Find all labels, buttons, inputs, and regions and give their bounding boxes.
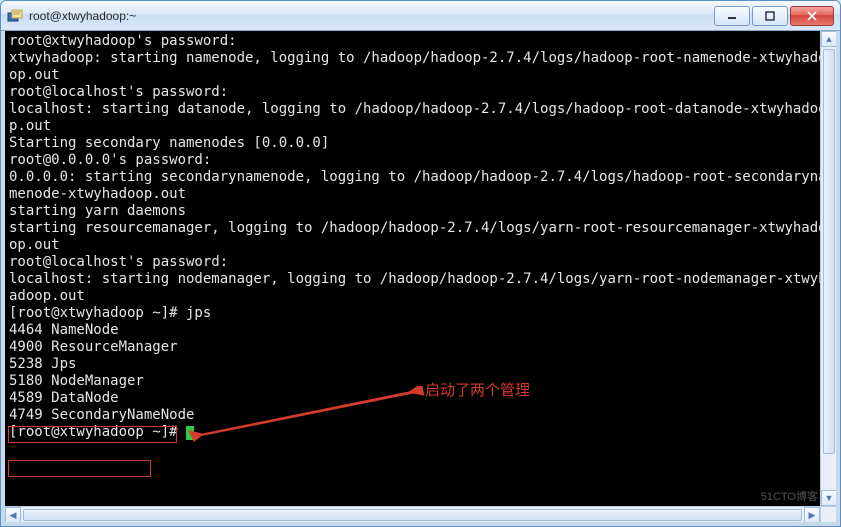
close-button[interactable] <box>790 6 834 26</box>
putty-icon <box>7 8 23 24</box>
window-title: root@xtwyhadoop:~ <box>29 9 714 23</box>
terminal-container: root@xtwyhadoop's password: xtwyhadoop: … <box>1 31 840 526</box>
title-bar[interactable]: root@xtwyhadoop:~ <box>1 1 840 31</box>
terminal-output[interactable]: root@xtwyhadoop's password: xtwyhadoop: … <box>5 31 836 522</box>
scroll-down-button[interactable]: ▼ <box>821 490 837 506</box>
terminal-window: root@xtwyhadoop:~ root@xtwyhadoop's pass… <box>0 0 841 527</box>
scroll-right-button[interactable]: ▶ <box>804 507 820 523</box>
scroll-up-button[interactable]: ▲ <box>821 31 837 47</box>
scrollbar-corner <box>820 506 836 522</box>
window-controls <box>714 6 834 26</box>
minimize-button[interactable] <box>714 6 750 26</box>
scroll-left-button[interactable]: ◀ <box>5 507 21 523</box>
vertical-scrollbar[interactable]: ▲ ▼ <box>820 31 836 506</box>
horizontal-scrollbar[interactable]: ◀ ▶ <box>5 506 820 522</box>
terminal-cursor <box>186 426 194 440</box>
maximize-button[interactable] <box>752 6 788 26</box>
vertical-scroll-thumb[interactable] <box>823 49 835 454</box>
horizontal-scroll-thumb[interactable] <box>23 509 802 521</box>
